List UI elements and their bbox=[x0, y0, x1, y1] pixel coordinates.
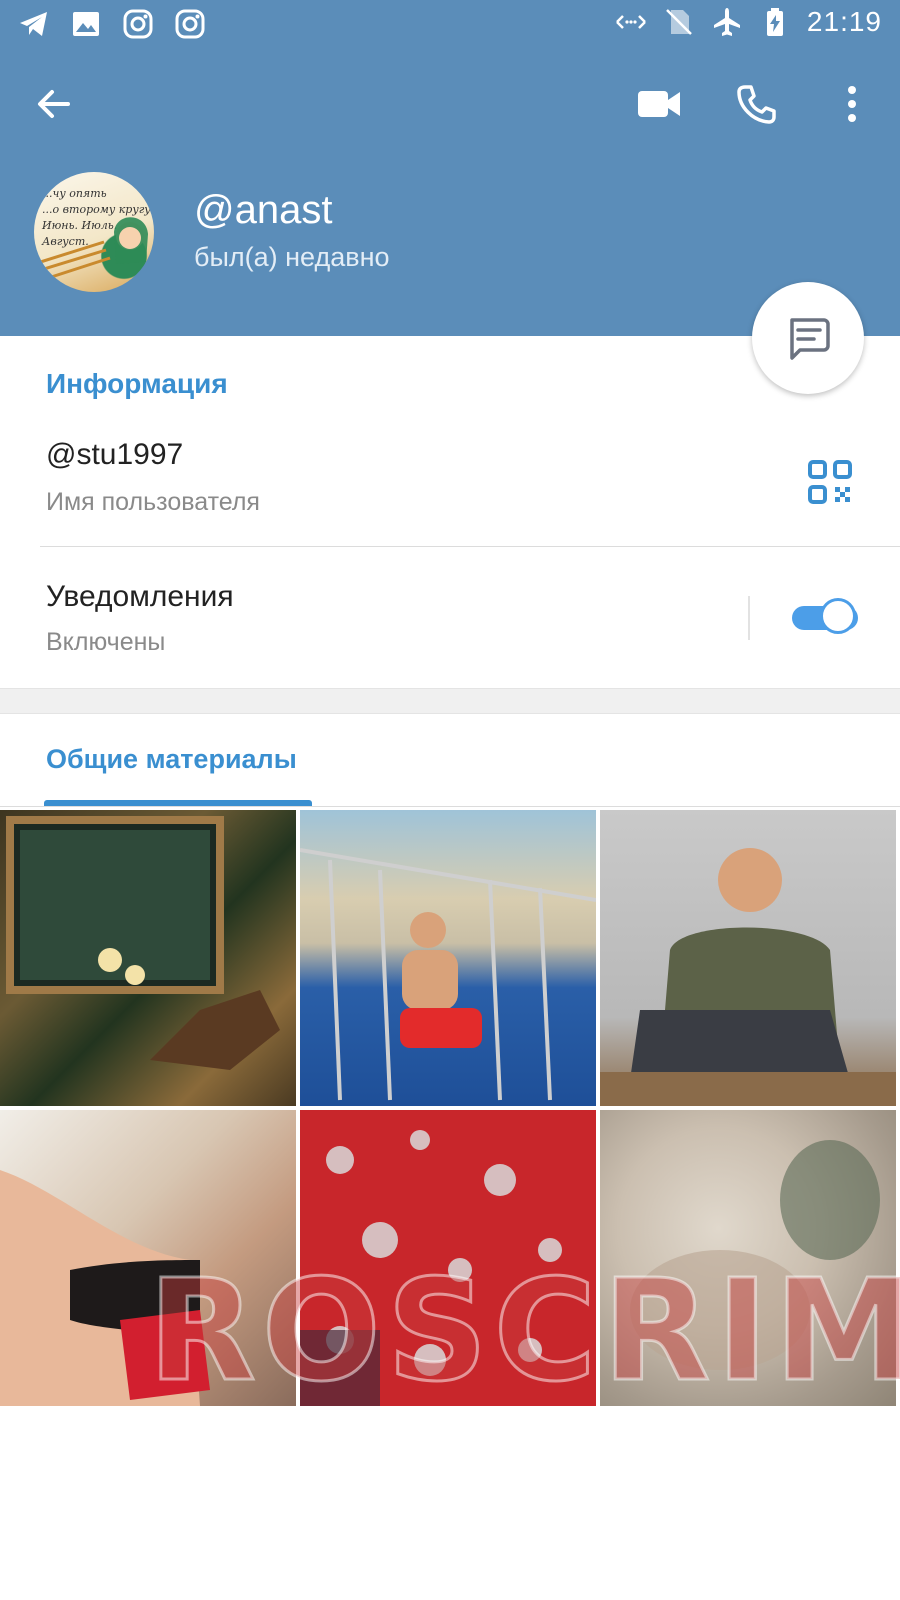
media-thumbnail[interactable] bbox=[600, 810, 896, 1106]
media-thumbnail[interactable] bbox=[0, 810, 296, 1106]
video-camera-icon bbox=[638, 91, 680, 117]
profile-header: 21:19 ...чу опять ...о второму кругу Июн… bbox=[0, 0, 900, 336]
status-bar: 21:19 bbox=[0, 0, 900, 48]
telegram-icon bbox=[18, 8, 50, 40]
notifications-title: Уведомления bbox=[46, 580, 234, 613]
notifications-toggle[interactable] bbox=[792, 598, 858, 638]
avatar[interactable]: ...чу опять ...о второму кругу Июнь. Июл… bbox=[34, 172, 154, 292]
call-button[interactable] bbox=[724, 72, 788, 136]
vertical-divider bbox=[748, 596, 750, 640]
toolbar bbox=[0, 72, 900, 136]
username-label: Имя пользователя bbox=[46, 488, 260, 516]
qr-code-icon bbox=[808, 460, 852, 504]
last-seen-status: был(а) недавно bbox=[194, 242, 390, 272]
profile-name: @anast bbox=[194, 188, 333, 232]
message-icon bbox=[790, 318, 830, 360]
send-message-button[interactable] bbox=[752, 282, 864, 394]
airplane-icon bbox=[711, 6, 743, 38]
data-arrows-icon bbox=[615, 6, 647, 38]
section-separator bbox=[0, 688, 900, 714]
watermark: ROSCRIME bbox=[146, 1249, 900, 1415]
avatar-illustration bbox=[34, 217, 148, 284]
username-value: @stu1997 bbox=[46, 438, 184, 471]
phone-icon bbox=[737, 85, 776, 124]
arrow-left-icon bbox=[38, 90, 70, 118]
video-call-button[interactable] bbox=[628, 72, 692, 136]
tab-divider bbox=[0, 806, 900, 807]
tab-shared-media[interactable]: Общие материалы bbox=[46, 744, 297, 775]
back-button[interactable] bbox=[22, 72, 86, 136]
gallery-icon bbox=[70, 8, 102, 40]
battery-charging-icon bbox=[759, 6, 791, 38]
status-time: 21:19 bbox=[806, 6, 882, 37]
media-thumbnail[interactable] bbox=[300, 810, 596, 1106]
info-section-title: Информация bbox=[46, 368, 228, 399]
no-sim-icon bbox=[663, 6, 695, 38]
notifications-status: Включены bbox=[46, 628, 166, 656]
instagram-icon bbox=[174, 8, 206, 40]
instagram-icon bbox=[122, 8, 154, 40]
row-divider bbox=[40, 546, 900, 547]
more-button[interactable] bbox=[820, 72, 884, 136]
qr-code-button[interactable] bbox=[800, 452, 860, 512]
more-vertical-icon bbox=[848, 86, 856, 122]
